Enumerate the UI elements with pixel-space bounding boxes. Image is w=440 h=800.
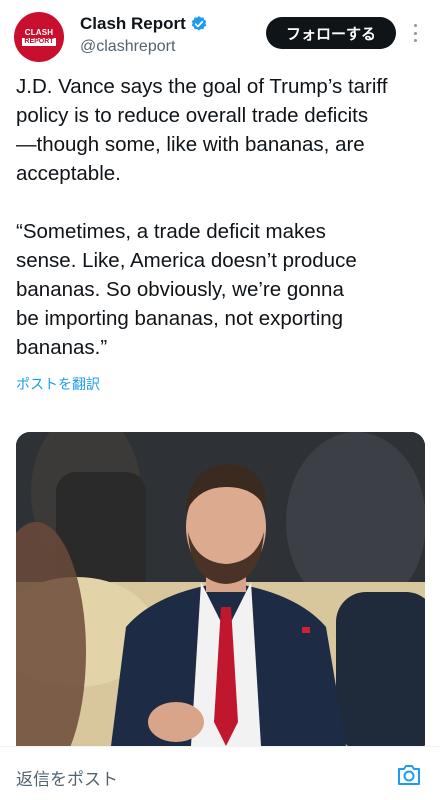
more-options-icon[interactable]	[410, 24, 420, 42]
reply-input[interactable]: 返信をポスト	[16, 765, 118, 790]
follow-button[interactable]: フォローする	[266, 17, 396, 49]
verified-badge-icon	[191, 16, 207, 31]
tweet-text: J.D. Vance says the goal of Trump’s tari…	[16, 75, 388, 359]
user-handle[interactable]: @clashreport	[80, 38, 175, 56]
avatar[interactable]: CLASH REPORT	[14, 12, 64, 62]
avatar-text-line1: CLASH	[24, 27, 54, 37]
translate-post-link[interactable]: ポストを翻訳	[16, 374, 100, 394]
name-row: Clash Report	[80, 14, 208, 34]
photo-illustration	[16, 432, 425, 746]
tweet-header: CLASH REPORT Clash Report @clashreport フ…	[0, 0, 440, 68]
camera-icon[interactable]	[396, 763, 422, 787]
reply-bar: 返信をポスト	[0, 746, 440, 800]
display-name[interactable]: Clash Report	[80, 14, 186, 34]
tweet-photo[interactable]	[16, 432, 425, 746]
avatar-text-line2: REPORT	[22, 37, 56, 46]
